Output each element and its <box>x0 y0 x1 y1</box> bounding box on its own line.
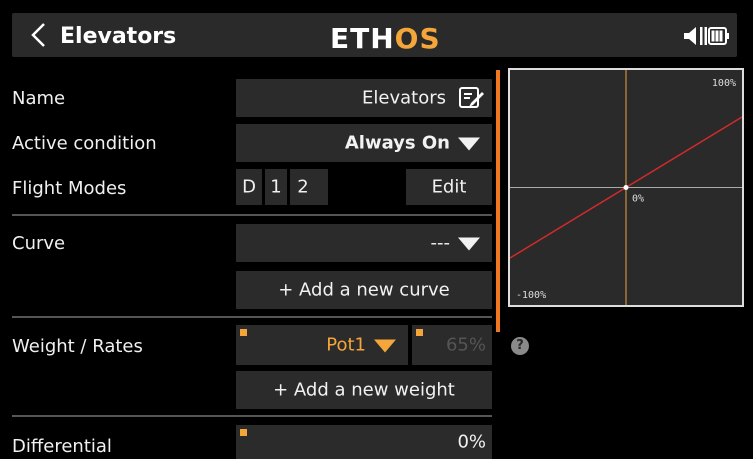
add-curve-button[interactable]: + Add a new curve <box>236 271 492 309</box>
scrollbar[interactable] <box>496 70 500 332</box>
weight-source-select[interactable]: Pot1 <box>236 325 408 365</box>
label-center: 0% <box>632 194 644 205</box>
source-indicator <box>240 329 247 336</box>
help-icon[interactable]: ? <box>511 337 529 355</box>
flight-modes-edit-button[interactable]: Edit <box>406 169 492 205</box>
active-condition-value-wrap: Always On <box>345 133 480 154</box>
name-label: Name <box>12 88 66 109</box>
center-point <box>623 185 629 190</box>
curve-value-wrap: --- <box>430 232 480 254</box>
battery-icon <box>684 27 729 45</box>
flight-mode-d-label: D <box>242 176 256 198</box>
value-indicator <box>416 329 423 336</box>
weight-value-field[interactable]: 65% <box>412 325 492 365</box>
logo-main: ETH <box>330 22 395 55</box>
ethos-logo: ETHOS <box>330 22 441 55</box>
logo-accent: OS <box>394 22 441 55</box>
chevron-down-icon <box>458 137 480 150</box>
divider <box>12 214 492 216</box>
edit-button-label: Edit <box>431 176 467 198</box>
differential-label: Differential <box>12 436 112 457</box>
active-condition-label: Active condition <box>12 133 157 154</box>
add-curve-label: + Add a new curve <box>278 279 450 301</box>
flight-mode-2-label: 2 <box>297 176 309 198</box>
active-condition-select[interactable]: Always On <box>236 124 492 162</box>
differential-value: 0% <box>457 431 486 453</box>
name-field[interactable]: Elevators <box>236 79 492 117</box>
divider <box>12 415 492 417</box>
chevron-down-icon <box>374 339 396 352</box>
add-weight-label: + Add a new weight <box>273 379 455 401</box>
name-value: Elevators <box>362 87 446 109</box>
edit-icon <box>459 87 484 108</box>
curve-select[interactable]: --- <box>236 224 492 262</box>
chevron-down-icon <box>458 237 480 250</box>
curve-chart: 100% -100% 0% <box>508 68 744 307</box>
differential-indicator <box>240 429 247 436</box>
weight-source-value: Pot1 <box>326 334 366 356</box>
label-top-right: 100% <box>712 78 736 89</box>
weight-value: 65% <box>445 334 486 356</box>
differential-field[interactable]: 0% <box>236 425 492 459</box>
flight-mode-d[interactable]: D <box>236 169 262 205</box>
divider <box>12 316 492 318</box>
weight-source-wrap: Pot1 <box>326 335 396 356</box>
label-bottom-left: -100% <box>516 290 546 301</box>
flight-modes-label: Flight Modes <box>12 178 127 199</box>
active-condition-value: Always On <box>344 132 450 154</box>
page-title: Elevators <box>60 24 177 49</box>
add-weight-button[interactable]: + Add a new weight <box>236 371 492 409</box>
header-bar: Elevators ETHOS <box>0 0 753 64</box>
chart-svg: 100% -100% 0% <box>509 70 743 305</box>
flight-mode-2[interactable]: 2 <box>290 169 328 205</box>
chevron-left-icon[interactable] <box>28 22 50 48</box>
curve-label: Curve <box>12 233 66 254</box>
weight-label: Weight / Rates <box>12 336 143 357</box>
curve-value: --- <box>430 232 451 254</box>
